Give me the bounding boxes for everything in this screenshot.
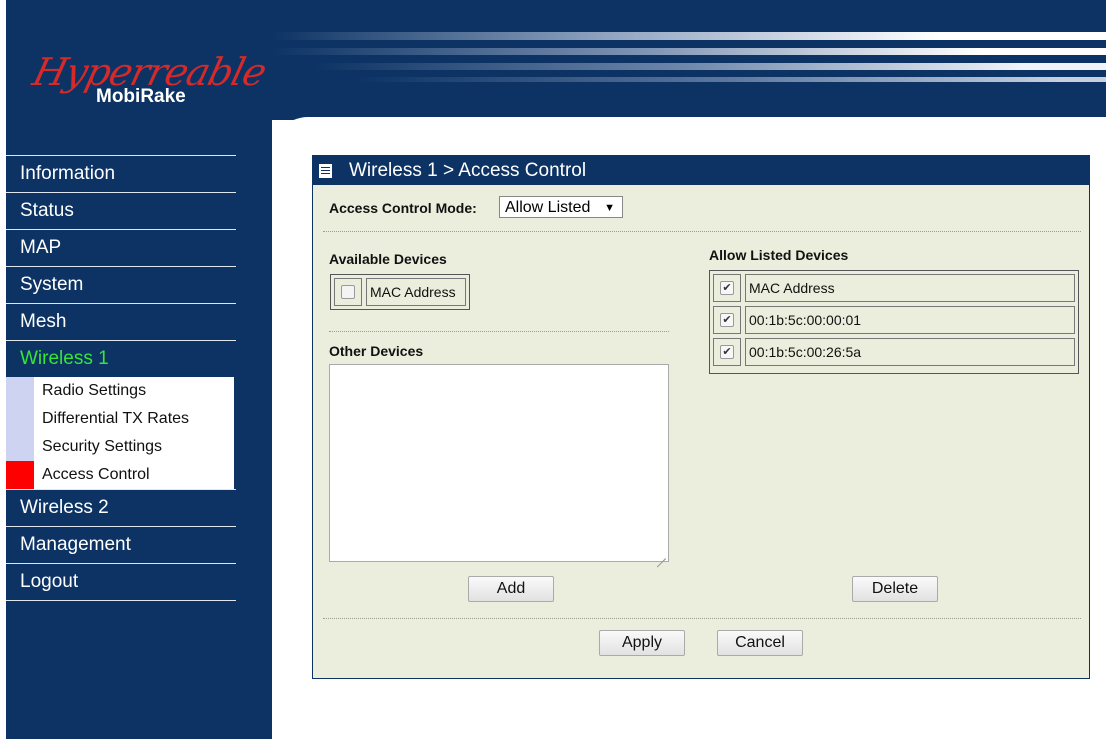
other-devices-textarea[interactable]	[329, 364, 669, 568]
available-devices-table: MAC Address	[330, 274, 470, 310]
access-control-panel: Wireless 1 > Access Control Access Contr…	[312, 155, 1090, 679]
select-all-allowed-checkbox[interactable]: ✔	[720, 281, 734, 295]
device-mac-address: 00:1b:5c:00:00:01	[745, 306, 1075, 334]
nav-item-information[interactable]: Information	[6, 155, 236, 192]
apply-button[interactable]: Apply	[599, 630, 685, 656]
submenu-label: Access Control	[42, 466, 150, 483]
logo-name: MobiRake	[96, 86, 186, 107]
submenu-marker	[6, 405, 34, 433]
wireless-1-submenu: Radio Settings Differential TX Rates Sec…	[6, 377, 234, 489]
mode-select-value: Allow Listed	[505, 199, 591, 216]
checkbox-cell	[334, 278, 362, 306]
submenu-security-settings[interactable]: Security Settings	[6, 433, 234, 461]
table-header-row: MAC Address	[334, 278, 466, 306]
nav-item-system[interactable]: System	[6, 266, 236, 303]
other-devices-label: Other Devices	[329, 343, 424, 359]
submenu-access-control[interactable]: Access Control	[6, 461, 234, 489]
mac-address-header: MAC Address	[745, 274, 1075, 302]
delete-button[interactable]: Delete	[852, 576, 938, 602]
nav-item-management[interactable]: Management	[6, 526, 236, 563]
panel-header: Wireless 1 > Access Control	[313, 156, 1089, 185]
select-all-available-checkbox[interactable]	[341, 285, 355, 299]
allow-listed-devices-table: ✔ MAC Address ✔ 00:1b:5c:00:00:01 ✔ 00:1…	[709, 270, 1079, 374]
table-header-row: ✔ MAC Address	[713, 274, 1075, 302]
access-control-mode-select[interactable]: Allow Listed ▼	[499, 196, 623, 218]
access-control-mode-label: Access Control Mode:	[329, 200, 477, 216]
submenu-radio-settings[interactable]: Radio Settings	[6, 377, 234, 405]
document-icon	[319, 164, 332, 178]
device-checkbox[interactable]: ✔	[720, 313, 734, 327]
checkbox-cell: ✔	[713, 274, 741, 302]
allow-listed-devices-label: Allow Listed Devices	[709, 247, 849, 263]
table-row: ✔ 00:1b:5c:00:00:01	[713, 306, 1075, 334]
logo: Hyperreable MobiRake	[29, 50, 271, 120]
checkbox-cell: ✔	[713, 306, 741, 334]
device-mac-address: 00:1b:5c:00:26:5a	[745, 338, 1075, 366]
nav-item-wireless-1[interactable]: Wireless 1	[6, 340, 236, 377]
nav-item-map[interactable]: MAP	[6, 229, 236, 266]
nav-item-wireless-2[interactable]: Wireless 2	[6, 489, 236, 526]
submenu-marker	[6, 433, 34, 461]
divider	[329, 331, 669, 332]
mac-address-header: MAC Address	[366, 278, 466, 306]
resize-grip-icon[interactable]	[656, 550, 666, 568]
add-button[interactable]: Add	[468, 576, 554, 602]
nav-item-logout[interactable]: Logout	[6, 563, 236, 601]
submenu-label: Differential TX Rates	[42, 410, 190, 427]
submenu-differential-tx-rates[interactable]: Differential TX Rates	[6, 405, 234, 433]
cancel-button[interactable]: Cancel	[717, 630, 803, 656]
checkbox-cell: ✔	[713, 338, 741, 366]
nav-item-status[interactable]: Status	[6, 192, 236, 229]
available-devices-label: Available Devices	[329, 251, 447, 267]
submenu-label: Radio Settings	[42, 382, 147, 399]
table-row: ✔ 00:1b:5c:00:26:5a	[713, 338, 1075, 366]
triangle-down-icon: ▼	[604, 202, 615, 214]
device-checkbox[interactable]: ✔	[720, 345, 734, 359]
sidebar-nav: Information Status MAP System Mesh Wirel…	[6, 155, 236, 601]
submenu-label: Security Settings	[42, 438, 163, 455]
panel-title: Wireless 1 > Access Control	[349, 160, 587, 181]
submenu-marker-selected	[6, 461, 34, 489]
submenu-marker	[6, 377, 34, 405]
nav-item-mesh[interactable]: Mesh	[6, 303, 236, 340]
divider	[323, 231, 1081, 232]
divider	[323, 618, 1081, 619]
